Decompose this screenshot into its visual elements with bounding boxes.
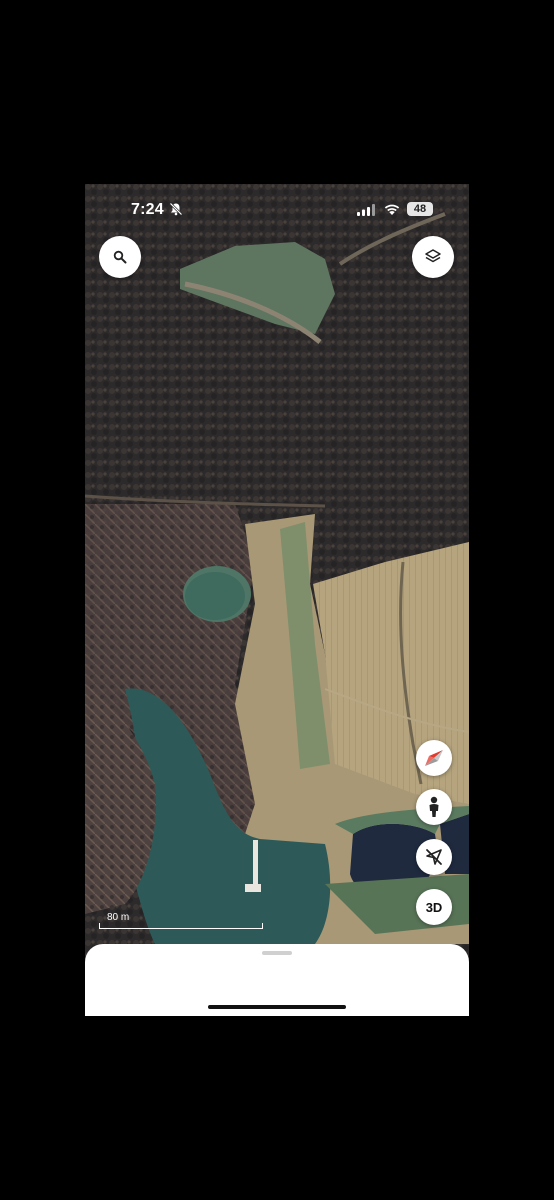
scale-line bbox=[99, 923, 263, 929]
3d-view-button[interactable]: 3D bbox=[416, 889, 452, 925]
map-scale-bar: 80 m bbox=[99, 912, 265, 929]
street-view-button[interactable] bbox=[416, 789, 452, 825]
compass-button[interactable] bbox=[416, 740, 452, 776]
map-layers-button[interactable] bbox=[412, 236, 454, 278]
pegman-icon bbox=[429, 796, 439, 817]
search-button[interactable] bbox=[99, 236, 141, 278]
status-time: 7:24 bbox=[131, 201, 164, 218]
search-icon bbox=[113, 250, 127, 264]
location-off-icon bbox=[426, 849, 442, 865]
location-button[interactable] bbox=[416, 839, 452, 875]
wifi-icon bbox=[384, 204, 400, 215]
silent-bell-icon bbox=[169, 202, 183, 216]
bottom-sheet[interactable] bbox=[85, 944, 469, 1016]
scale-label: 80 m bbox=[107, 912, 130, 923]
satellite-map[interactable] bbox=[85, 184, 469, 1016]
layers-icon bbox=[425, 249, 441, 263]
battery-indicator: 48 bbox=[407, 202, 433, 216]
signal-icon bbox=[357, 204, 375, 216]
3d-label: 3D bbox=[425, 899, 443, 915]
compass-icon bbox=[425, 750, 443, 766]
home-indicator bbox=[208, 1005, 346, 1009]
status-bar: 7:24 48 bbox=[85, 184, 469, 234]
sheet-grabber[interactable] bbox=[262, 951, 292, 955]
phone-screen: 7:24 48 3D 80 m bbox=[85, 184, 469, 1016]
